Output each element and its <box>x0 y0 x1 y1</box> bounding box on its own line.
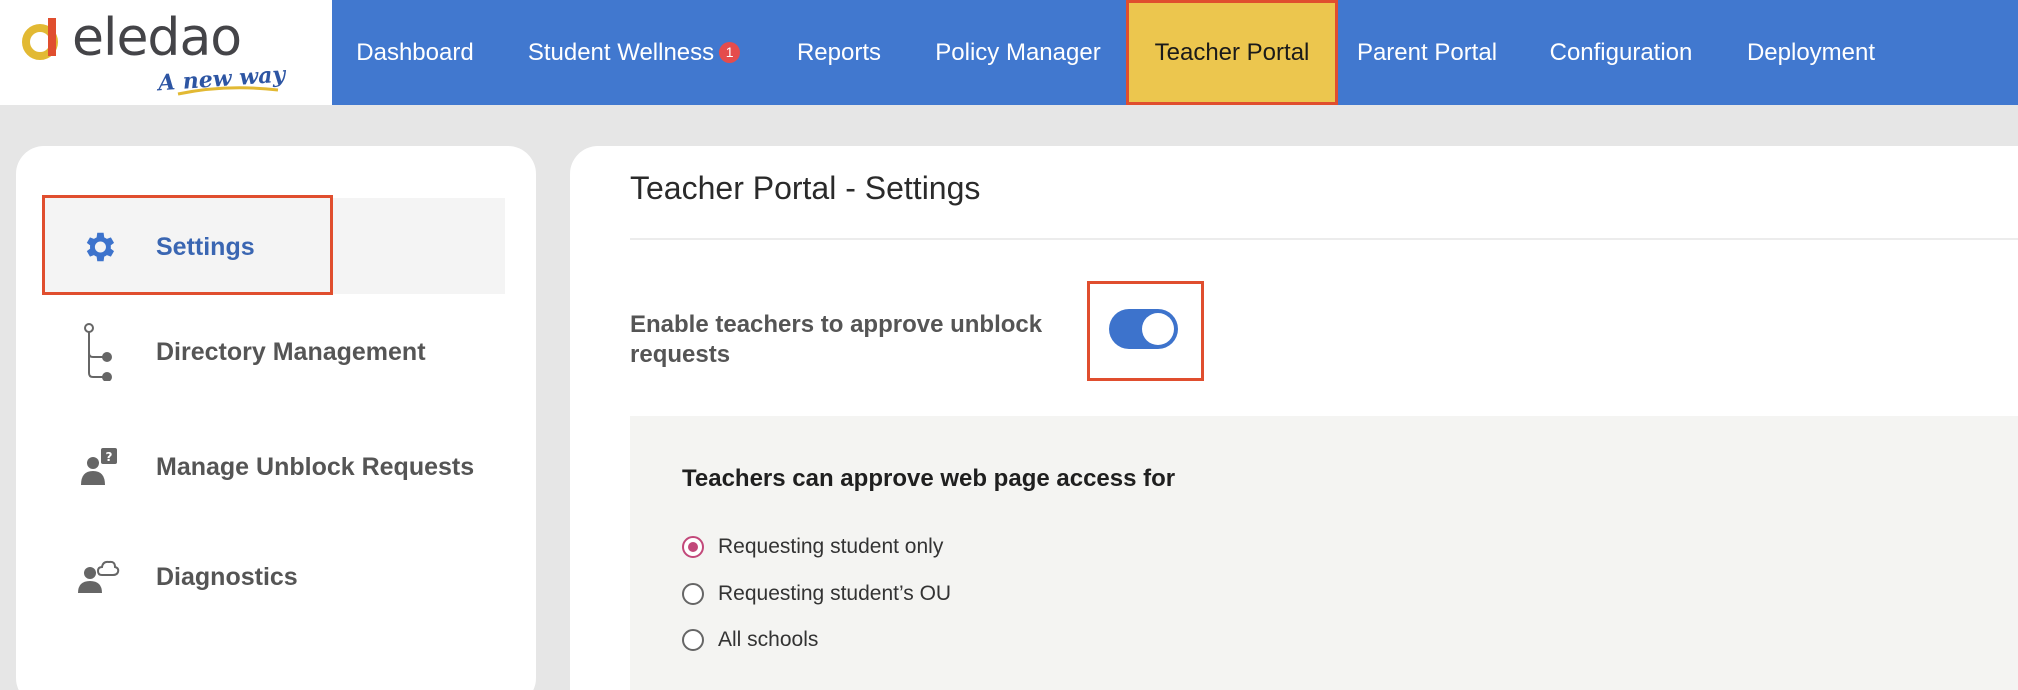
access-options-title: Teachers can approve web page access for <box>682 465 1176 492</box>
nav-configuration[interactable]: Configuration <box>1528 0 1714 105</box>
svg-text:?: ? <box>106 450 113 464</box>
nav-teacher-portal[interactable]: Teacher Portal <box>1126 0 1338 105</box>
sidebar-item-directory-management[interactable]: Directory Management <box>42 322 426 382</box>
top-nav-bar: eledao A new way Dashboard Student Welln… <box>0 0 2018 105</box>
enable-unblock-toggle[interactable] <box>1109 309 1178 349</box>
radio-button[interactable] <box>682 629 704 651</box>
logo-swoosh-icon <box>177 86 279 96</box>
nav-label: Student Wellness <box>527 38 715 66</box>
sidebar-item-settings[interactable]: Settings <box>42 222 255 272</box>
nav-dashboard[interactable]: Dashboard <box>332 0 498 105</box>
radio-label: All schools <box>718 628 819 651</box>
logo-wordmark: eledao <box>72 8 242 68</box>
radio-option-student-only[interactable]: Requesting student only <box>682 535 943 559</box>
nav-label: Reports <box>796 38 882 66</box>
sidebar-item-label: Manage Unblock Requests <box>156 452 475 481</box>
nav-deployment[interactable]: Deployment <box>1726 0 1896 105</box>
sidebar-item-label: Diagnostics <box>156 562 298 591</box>
toggle-option-label: Enable teachers to approve unblock reque… <box>630 311 1043 368</box>
nav-parent-portal[interactable]: Parent Portal <box>1338 0 1516 105</box>
sidebar-item-manage-unblock-requests[interactable]: ? Manage Unblock Requests <box>42 442 474 492</box>
nav-label: Deployment <box>1746 38 1876 66</box>
nav-student-wellness[interactable]: Student Wellness 1 <box>498 0 770 105</box>
nav-label: Teacher Portal <box>1154 38 1310 66</box>
nav-reports[interactable]: Reports <box>770 0 908 105</box>
nav-label: Policy Manager <box>935 38 1101 66</box>
nav-label: Configuration <box>1549 38 1693 66</box>
nav-label: Parent Portal <box>1356 38 1498 66</box>
nav-policy-manager[interactable]: Policy Manager <box>908 0 1128 105</box>
radio-button[interactable] <box>682 536 704 558</box>
user-cloud-icon <box>42 559 156 595</box>
logo-mark-icon <box>22 18 58 60</box>
radio-option-all-schools[interactable]: All schools <box>682 628 818 652</box>
gear-icon <box>42 228 156 266</box>
nav-label: Dashboard <box>356 38 474 66</box>
radio-label: Requesting student only <box>718 535 944 558</box>
radio-label: Requesting student’s OU <box>718 582 952 605</box>
page-title: Teacher Portal - Settings <box>630 170 981 206</box>
radio-button[interactable] <box>682 583 704 605</box>
sidebar-item-diagnostics[interactable]: Diagnostics <box>42 552 298 602</box>
user-question-icon: ? <box>42 447 156 487</box>
toggle-knob <box>1142 313 1174 345</box>
sidebar-item-label: Settings <box>156 232 255 261</box>
logo[interactable]: eledao A new way <box>0 0 332 105</box>
notification-badge: 1 <box>719 42 741 63</box>
title-divider <box>630 238 2018 240</box>
radio-option-student-ou[interactable]: Requesting student’s OU <box>682 582 951 606</box>
sidebar-item-label: Directory Management <box>156 337 426 366</box>
tree-icon <box>42 323 156 381</box>
